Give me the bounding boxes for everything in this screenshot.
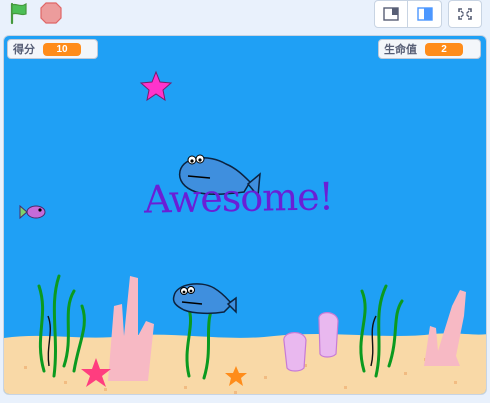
lives-monitor: 生命值 2 (378, 39, 481, 59)
stage[interactable]: 得分 10 生命值 2 Awesome! (3, 35, 487, 395)
purple-fish (19, 204, 46, 220)
fullscreen-button[interactable] (448, 0, 482, 28)
small-stage-button[interactable] (374, 0, 408, 28)
score-monitor: 得分 10 (7, 39, 98, 59)
score-label: 得分 (13, 44, 35, 56)
toolbar (0, 0, 490, 30)
score-value: 10 (43, 42, 81, 56)
fullscreen-icon (458, 8, 472, 20)
normal-stage-button[interactable] (408, 0, 442, 28)
stop-sign-icon[interactable] (38, 0, 64, 26)
stage-layout-controls (374, 0, 482, 28)
small-stage-icon (383, 7, 399, 21)
shark-bottom (172, 283, 237, 315)
lives-label: 生命值 (384, 44, 417, 56)
green-flag-icon[interactable] (6, 0, 32, 26)
normal-stage-icon (416, 7, 433, 21)
lives-value: 2 (425, 42, 463, 56)
awesome-message: Awesome! (143, 174, 334, 222)
